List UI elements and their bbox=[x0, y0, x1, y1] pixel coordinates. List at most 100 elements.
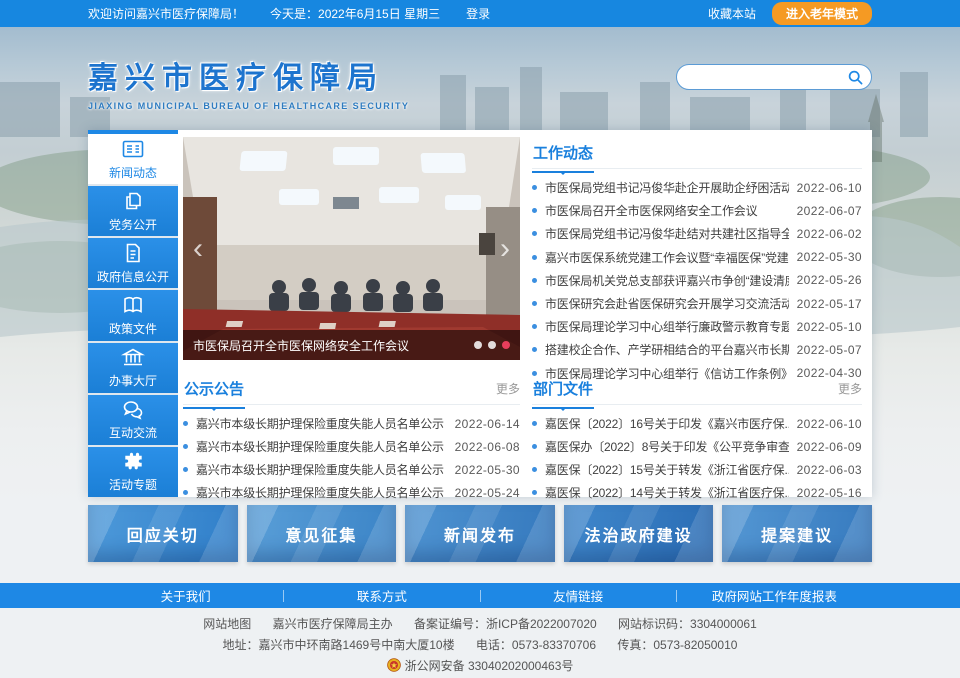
search-box bbox=[676, 64, 872, 90]
news-carousel[interactable]: 市医保局召开全市医保网络安全工作会议 bbox=[183, 137, 520, 360]
news-item[interactable]: 嘉医保〔2022〕14号关于转发《浙江省医疗保... 2022-05-16 bbox=[532, 481, 862, 504]
carousel-dot-3[interactable] bbox=[502, 341, 510, 349]
sidebar-item-activities[interactable]: 活动专题 bbox=[88, 447, 178, 497]
banner-news-release[interactable]: 新闻发布 bbox=[405, 505, 555, 562]
sidebar-item-gov-info[interactable]: 政府信息公开 bbox=[88, 238, 178, 288]
footer-link-contact[interactable]: 联系方式 bbox=[284, 586, 479, 605]
section-title[interactable]: 部门文件 bbox=[532, 378, 594, 409]
search-input[interactable] bbox=[689, 70, 848, 84]
news-item[interactable]: 嘉医保办〔2022〕8号关于印发《公平竞争审查... 2022-06-09 bbox=[532, 435, 862, 458]
sidebar-item-label: 新闻动态 bbox=[109, 164, 157, 181]
notices-more-link[interactable]: 更多 bbox=[496, 378, 520, 397]
news-list: 嘉兴市本级长期护理保险重度失能人员名单公示（2...2022-06-14 嘉兴市… bbox=[183, 412, 520, 504]
footer-info-line3: 浙公网安备 33040202000463号 bbox=[0, 656, 960, 677]
search-button[interactable] bbox=[848, 70, 863, 85]
sidebar-item-label: 活动专题 bbox=[109, 476, 157, 493]
bullet-icon bbox=[183, 490, 188, 495]
news-item-date: 2022-06-09 bbox=[797, 440, 862, 454]
carousel-caption-bar: 市医保局召开全市医保网络安全工作会议 bbox=[183, 330, 520, 360]
news-item[interactable]: 嘉医保〔2022〕16号关于印发《嘉兴市医疗保...2022-06-10 bbox=[532, 412, 862, 435]
carousel-dot-2[interactable] bbox=[488, 341, 496, 349]
banner-respond-concerns[interactable]: 回应关切 bbox=[88, 505, 238, 562]
sidebar-item-party-affairs[interactable]: 党务公开 bbox=[88, 186, 178, 236]
login-link[interactable]: 登录 bbox=[466, 5, 490, 22]
police-badge-icon bbox=[387, 658, 401, 673]
sidebar-item-policy-files[interactable]: 政策文件 bbox=[88, 290, 178, 340]
elder-mode-button[interactable]: 进入老年模式 bbox=[772, 2, 872, 25]
bullet-icon bbox=[532, 467, 537, 472]
news-item[interactable]: 嘉兴市本级长期护理保险重度失能人员名单公示（2...2022-05-24 bbox=[183, 481, 520, 504]
news-item[interactable]: 市医保局机关党总支部获评嘉兴市争创“建设清廉机...2022-05-26 bbox=[532, 269, 862, 292]
sidebar-item-label: 政策文件 bbox=[109, 320, 157, 337]
news-item-date: 2022-05-07 bbox=[797, 343, 862, 357]
news-item-title: 嘉医保〔2022〕14号关于转发《浙江省医疗保... bbox=[545, 484, 789, 501]
bank-icon bbox=[121, 346, 145, 368]
news-item-date: 2022-05-16 bbox=[797, 486, 862, 500]
news-item-date: 2022-06-02 bbox=[797, 227, 862, 241]
bullet-icon bbox=[532, 371, 537, 376]
section-header: 公示公告 更多 bbox=[183, 378, 520, 405]
news-item[interactable]: 嘉兴市本级长期护理保险重度失能人员名单公示（2...2022-06-08 bbox=[183, 435, 520, 458]
news-item[interactable]: 嘉兴市本级长期护理保险重度失能人员名单公示（2...2022-05-30 bbox=[183, 458, 520, 481]
news-item-title: 市医保局机关党总支部获评嘉兴市争创“建设清廉机... bbox=[545, 272, 789, 289]
news-item[interactable]: 嘉兴市本级长期护理保险重度失能人员名单公示（2...2022-06-14 bbox=[183, 412, 520, 435]
carousel-caption[interactable]: 市医保局召开全市医保网络安全工作会议 bbox=[193, 337, 474, 354]
news-item-title: 嘉兴市本级长期护理保险重度失能人员名单公示（2... bbox=[196, 438, 447, 455]
host-org-text: 嘉兴市医疗保障局主办 bbox=[273, 617, 393, 631]
fax-text: 传真：0573-82050010 bbox=[617, 638, 737, 652]
main-content-card: 新闻动态 党务公开 政府信息公开 bbox=[88, 130, 872, 497]
favorite-site-link[interactable]: 收藏本站 bbox=[708, 5, 756, 22]
section-title[interactable]: 公示公告 bbox=[183, 378, 245, 409]
section-title[interactable]: 工作动态 bbox=[532, 142, 594, 173]
sidebar-item-interaction[interactable]: 互动交流 bbox=[88, 395, 178, 445]
banner-proposal-suggestions[interactable]: 提案建议 bbox=[722, 505, 872, 562]
file-icon bbox=[122, 242, 144, 264]
sidebar-item-label: 办事大厅 bbox=[109, 372, 157, 389]
police-beian-link[interactable]: 浙公网安备 33040202000463号 bbox=[405, 659, 574, 673]
news-item-title: 市医保研究会赴省医保研究会开展学习交流活动 bbox=[545, 295, 789, 312]
footer-link-friendly-links[interactable]: 友情链接 bbox=[481, 586, 676, 605]
banner-label: 法治政府建设 bbox=[585, 522, 693, 546]
news-item[interactable]: 搭建校企合作、产学研相结合的平台嘉兴市长期护理...2022-05-07 bbox=[532, 338, 862, 361]
carousel-next-arrow-icon[interactable] bbox=[494, 232, 516, 268]
dept-files-more-link[interactable]: 更多 bbox=[838, 378, 862, 397]
bullet-icon bbox=[532, 421, 537, 426]
welcome-text: 欢迎访问嘉兴市医疗保障局！ bbox=[88, 5, 244, 22]
bullet-icon bbox=[532, 444, 537, 449]
footer-info-line2: 地址：嘉兴市中环南路1469号中南大厦10楼 电话：0573-83370706 … bbox=[0, 635, 960, 656]
bullet-icon bbox=[183, 467, 188, 472]
footer-link-about[interactable]: 关于我们 bbox=[88, 586, 283, 605]
news-item[interactable]: 市医保局党组书记冯俊华赴结对共建社区指导全国文...2022-06-02 bbox=[532, 222, 862, 245]
news-item-date: 2022-05-10 bbox=[797, 320, 862, 334]
site-map-link[interactable]: 网站地图 bbox=[203, 617, 251, 631]
banner-rule-of-law-gov[interactable]: 法治政府建设 bbox=[564, 505, 714, 562]
news-item[interactable]: 嘉兴市医保系统党建工作会议暨“幸福医保”党建联...2022-05-30 bbox=[532, 246, 862, 269]
news-item[interactable]: 市医保研究会赴省医保研究会开展学习交流活动2022-05-17 bbox=[532, 292, 862, 315]
footer-info-line1: 网站地图 嘉兴市医疗保障局主办 备案证编号：浙ICP备2022007020 网站… bbox=[0, 614, 960, 635]
carousel-prev-arrow-icon[interactable] bbox=[187, 232, 209, 268]
bullet-icon bbox=[532, 301, 537, 306]
sidebar-item-news[interactable]: 新闻动态 bbox=[88, 134, 178, 184]
section-header: 工作动态 bbox=[532, 142, 862, 169]
bullet-icon bbox=[183, 421, 188, 426]
sidebar-item-label: 党务公开 bbox=[109, 216, 157, 233]
search-icon bbox=[848, 70, 863, 85]
banner-label: 新闻发布 bbox=[444, 522, 516, 546]
news-item-date: 2022-06-10 bbox=[797, 181, 862, 195]
news-item[interactable]: 市医保局党组书记冯俊华赴企开展助企纾困活动2022-06-10 bbox=[532, 176, 862, 199]
news-item-title: 嘉兴市医保系统党建工作会议暨“幸福医保”党建联... bbox=[545, 249, 789, 266]
footer-link-annual-report[interactable]: 政府网站工作年度报表 bbox=[677, 586, 872, 605]
bullet-icon bbox=[532, 208, 537, 213]
section-header: 部门文件 更多 bbox=[532, 378, 862, 405]
news-item[interactable]: 市医保局理论学习中心组举行廉政警示教育专题学习...2022-05-10 bbox=[532, 315, 862, 338]
topbar: 欢迎访问嘉兴市医疗保障局！ 今天是：2022年6月15日 星期三 登录 收藏本站… bbox=[0, 0, 960, 27]
quick-link-banners: 回应关切 意见征集 新闻发布 法治政府建设 提案建议 bbox=[88, 505, 872, 562]
sidebar-item-service-hall[interactable]: 办事大厅 bbox=[88, 343, 178, 393]
bullet-icon bbox=[532, 231, 537, 236]
banner-label: 提案建议 bbox=[761, 522, 833, 546]
news-item-title: 嘉医保办〔2022〕8号关于印发《公平竞争审查... bbox=[545, 438, 789, 455]
news-item[interactable]: 市医保局召开全市医保网络安全工作会议2022-06-07 bbox=[532, 199, 862, 222]
news-item[interactable]: 嘉医保〔2022〕15号关于转发《浙江省医疗保...2022-06-03 bbox=[532, 458, 862, 481]
carousel-dot-1[interactable] bbox=[474, 341, 482, 349]
banner-opinion-collection[interactable]: 意见征集 bbox=[247, 505, 397, 562]
